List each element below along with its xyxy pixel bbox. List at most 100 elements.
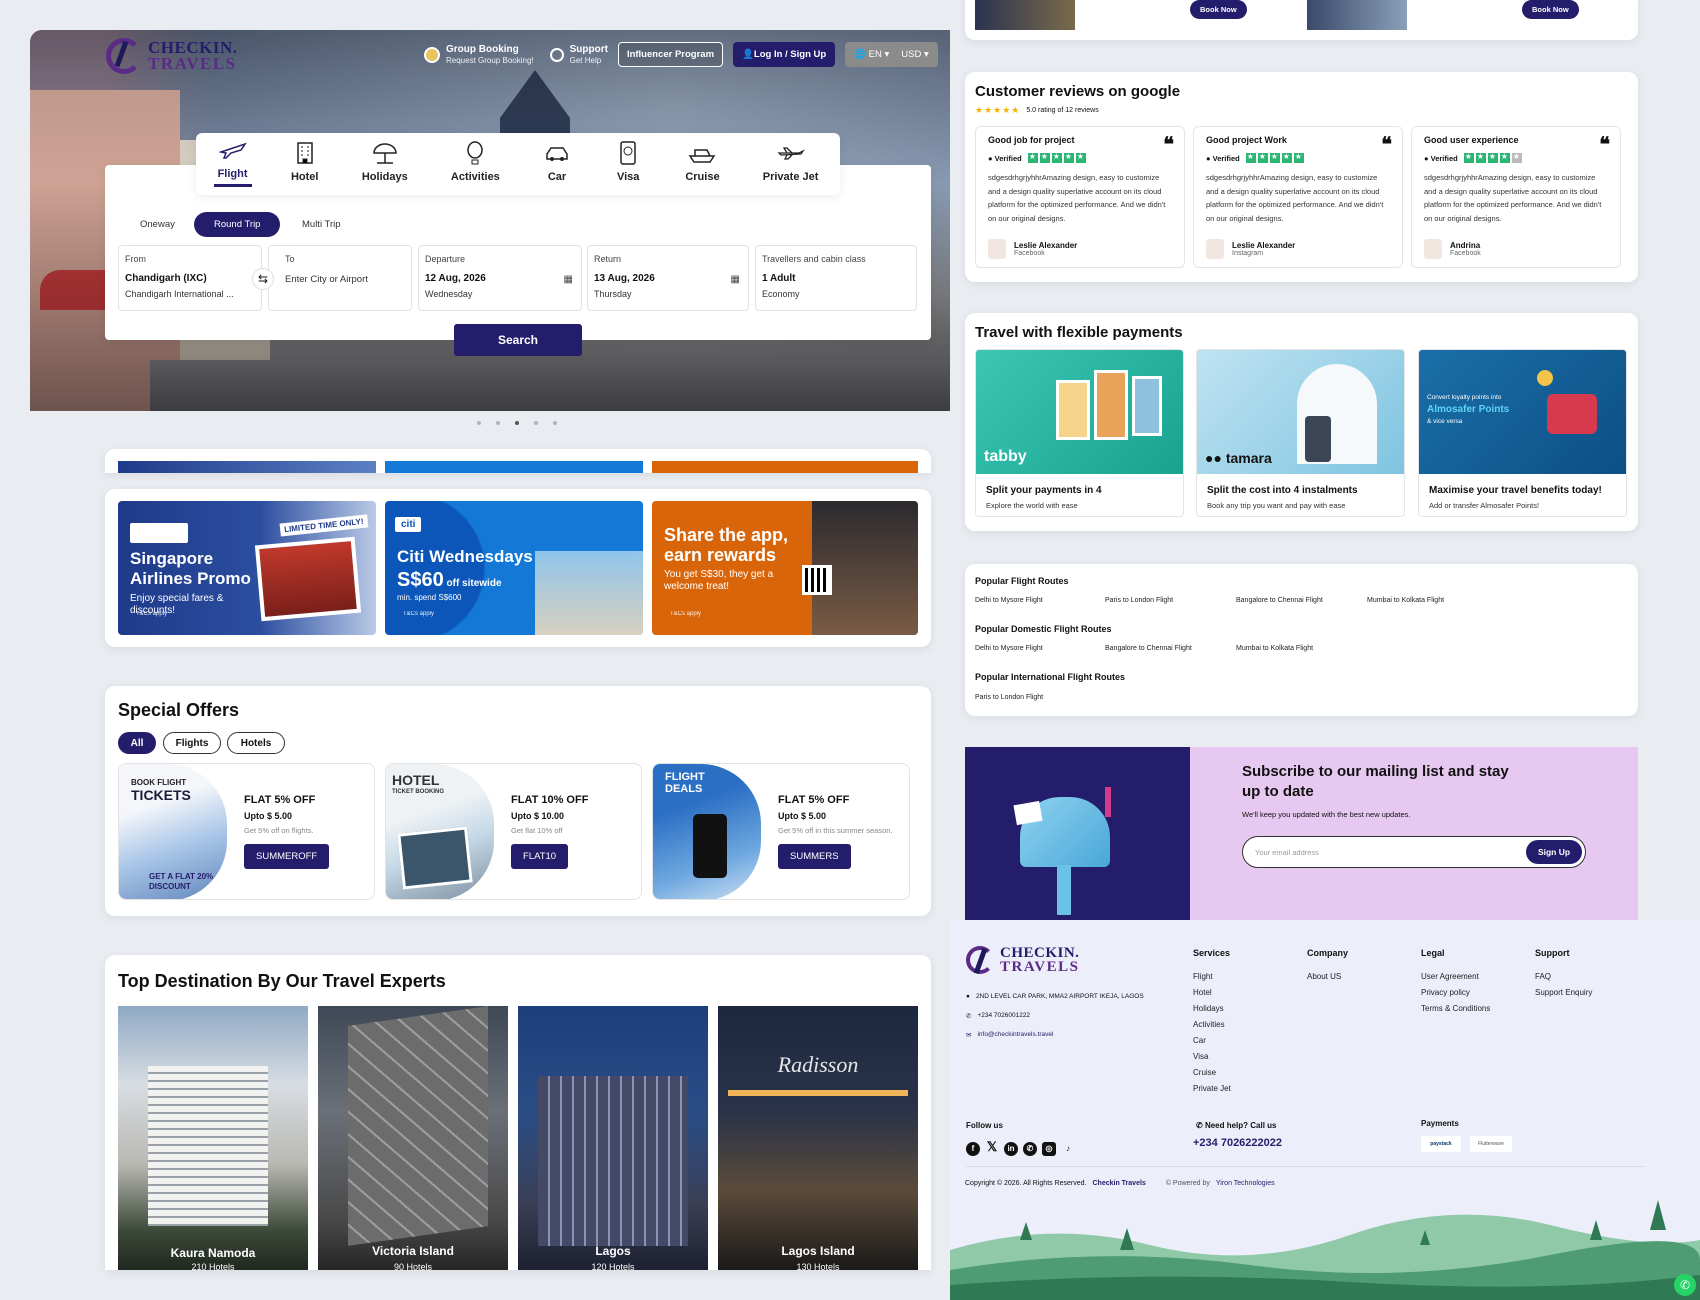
from-field[interactable]: From Chandigarh (IXC) Chandigarh Interna…	[118, 245, 262, 311]
footer-link[interactable]: Holidays	[1193, 1004, 1231, 1013]
whatsapp-icon[interactable]: ✆	[1023, 1142, 1037, 1156]
book-now-button[interactable]: Book Now	[1522, 0, 1579, 19]
legal-title: Legal	[1421, 948, 1445, 958]
book-now-button[interactable]: Book Now	[1190, 0, 1247, 19]
follow-title: Follow us	[966, 1121, 1003, 1130]
trip-multi[interactable]: Multi Trip	[282, 212, 361, 237]
promo-title: Share the app, earn rewards	[664, 525, 789, 565]
carousel-dot[interactable]	[534, 421, 538, 425]
route-link[interactable]: Bangalore to Chennai Flight	[1236, 597, 1323, 604]
footer-link[interactable]: Hotel	[1193, 988, 1231, 997]
trip-oneway[interactable]: Oneway	[120, 212, 195, 237]
offer-code-button[interactable]: SUMMEROFF	[244, 844, 330, 869]
footer-link[interactable]: Activities	[1193, 1020, 1231, 1029]
carousel-dot[interactable]	[477, 421, 481, 425]
filter-all[interactable]: All	[118, 732, 156, 754]
trip-round[interactable]: Round Trip	[194, 212, 281, 237]
group-booking-link[interactable]: Group Booking Request Group Booking!	[424, 44, 534, 66]
return-day: Thursday	[594, 289, 632, 299]
route-link[interactable]: Mumbai to Kolkata Flight	[1367, 597, 1444, 604]
footer-link[interactable]: Support Enquiry	[1535, 988, 1592, 997]
promo-card-share[interactable]: Share the app, earn rewards You get S$30…	[652, 501, 918, 635]
destination-card[interactable]: Lagos 120 Hotels	[518, 1006, 708, 1270]
carousel-dot[interactable]	[496, 421, 500, 425]
support-sub: Get Help	[569, 55, 602, 65]
footer-link[interactable]: Private Jet	[1193, 1084, 1231, 1093]
tiktok-icon[interactable]: ♪	[1061, 1142, 1075, 1156]
x-icon[interactable]: 𝕏	[985, 1140, 999, 1154]
copyright-brand[interactable]: Checkin Travels	[1093, 1180, 1146, 1187]
language-select[interactable]: 🌐 EN ▾	[854, 49, 889, 60]
footer-link[interactable]: FAQ	[1535, 972, 1592, 981]
influencer-program-button[interactable]: Influencer Program	[617, 42, 724, 67]
offer-card[interactable]: BOOK FLIGHT TICKETS GET A FLAT 20% DISCO…	[118, 763, 375, 900]
email-input[interactable]: Your email address	[1255, 848, 1319, 857]
instagram-icon[interactable]: ◎	[1042, 1142, 1056, 1156]
route-link[interactable]: Mumbai to Kolkata Flight	[1236, 645, 1313, 652]
tab-flight[interactable]: Flight	[213, 138, 252, 187]
review-text: sdgesdrhgrjyhhrAmazing design, easy to c…	[1206, 173, 1384, 223]
powered-brand[interactable]: Yiron Technologies	[1216, 1180, 1275, 1187]
offer-card[interactable]: FLIGHT DEALS FLAT 5% OFF Upto $ 5.00 Get…	[652, 763, 910, 900]
currency-select[interactable]: USD ▾	[901, 49, 928, 60]
linkedin-icon[interactable]: in	[1004, 1142, 1018, 1156]
calendar-icon: ▦	[563, 274, 573, 285]
filter-hotels[interactable]: Hotels	[227, 732, 285, 754]
tab-visa[interactable]: Visa	[610, 141, 646, 187]
tab-activities[interactable]: Activities	[447, 141, 504, 187]
footer-link[interactable]: Flight	[1193, 972, 1231, 981]
footer-link[interactable]: Cruise	[1193, 1068, 1231, 1077]
tab-car[interactable]: Car	[539, 141, 575, 187]
filter-flights[interactable]: Flights	[163, 732, 221, 754]
footer-phone[interactable]: ✆ +234 7026001222	[966, 1012, 1030, 1020]
route-link[interactable]: Delhi to Mysore Flight	[975, 597, 1043, 604]
route-link[interactable]: Paris to London Flight	[1105, 597, 1173, 604]
return-field[interactable]: Return 13 Aug, 2026 Thursday ▦	[587, 245, 749, 311]
tab-holidays[interactable]: Holidays	[358, 141, 412, 187]
tab-hotel[interactable]: Hotel	[287, 141, 323, 187]
footer-link[interactable]: Car	[1193, 1036, 1231, 1045]
route-link[interactable]: Bangalore to Chennai Flight	[1105, 645, 1192, 652]
destination-card[interactable]: Kaura Namoda 210 Hotels	[118, 1006, 308, 1270]
footer-link[interactable]: Terms & Conditions	[1421, 1004, 1490, 1013]
signup-button[interactable]: Sign Up	[1526, 840, 1582, 864]
carousel-dot[interactable]	[553, 421, 557, 425]
payment-sub: Explore the world with ease	[986, 501, 1078, 510]
footer-logo[interactable]: CHECKIN. TRAVELS	[966, 946, 1079, 975]
travellers-field[interactable]: Travellers and cabin class 1 Adult Econo…	[755, 245, 917, 311]
support-link[interactable]: Support Get Help	[549, 44, 608, 66]
tab-private-jet[interactable]: Private Jet	[759, 141, 823, 187]
payment-card-tamara[interactable]: ●● tamara Split the cost into 4 instalme…	[1196, 349, 1405, 517]
tab-cruise[interactable]: Cruise	[681, 141, 723, 187]
to-field[interactable]: To Enter City or Airport	[268, 245, 412, 311]
offer-code-button[interactable]: FLAT10	[511, 844, 569, 869]
brand-logo[interactable]: CHECKIN. TRAVELS	[106, 38, 237, 74]
to-input[interactable]: Enter City or Airport	[285, 274, 405, 285]
promo-card-citi[interactable]: citi Citi Wednesdays S$60 off sitewide m…	[385, 501, 643, 635]
payment-card-tabby[interactable]: tabby Split your payments in 4 Explore t…	[975, 349, 1184, 517]
login-signup-button[interactable]: 👤Log In / Sign Up	[733, 42, 836, 67]
route-link[interactable]: Delhi to Mysore Flight	[975, 645, 1043, 652]
offer-code-button[interactable]: SUMMERS	[778, 844, 851, 869]
car-icon	[546, 147, 568, 161]
destination-card[interactable]: Victoria Island 90 Hotels	[318, 1006, 508, 1270]
footer-link[interactable]: Visa	[1193, 1052, 1231, 1061]
carousel-dot[interactable]	[515, 421, 519, 425]
footer-link[interactable]: About US	[1307, 972, 1348, 981]
search-button[interactable]: Search	[454, 324, 582, 356]
help-phone[interactable]: +234 7026222022	[1193, 1137, 1282, 1149]
offer-card[interactable]: HOTEL TICKET BOOKING FLAT 10% OFF Upto $…	[385, 763, 642, 900]
footer-link[interactable]: Privacy policy	[1421, 988, 1490, 997]
footer-email[interactable]: ✉ info@checkintravels.travel	[966, 1031, 1053, 1039]
route-link[interactable]: Paris to London Flight	[975, 694, 1043, 701]
ship-icon	[689, 149, 716, 163]
facebook-icon[interactable]: f	[966, 1142, 980, 1156]
promo-card-singapore[interactable]: LIMITED TIME ONLY! Singapore Airlines Pr…	[118, 501, 376, 635]
departure-field[interactable]: Departure 12 Aug, 2026 Wednesday ▦	[418, 245, 582, 311]
footer-link[interactable]: User Agreement	[1421, 972, 1490, 981]
locale-selector[interactable]: 🌐 EN ▾ USD ▾	[845, 42, 938, 67]
swap-icon[interactable]: ⇆	[252, 268, 274, 290]
payment-card-almosafer[interactable]: Convert loyalty points into Almosafer Po…	[1418, 349, 1627, 517]
destination-card[interactable]: Radisson Lagos Island 130 Hotels	[718, 1006, 918, 1270]
whatsapp-chat-icon[interactable]: ✆	[1674, 1274, 1696, 1296]
